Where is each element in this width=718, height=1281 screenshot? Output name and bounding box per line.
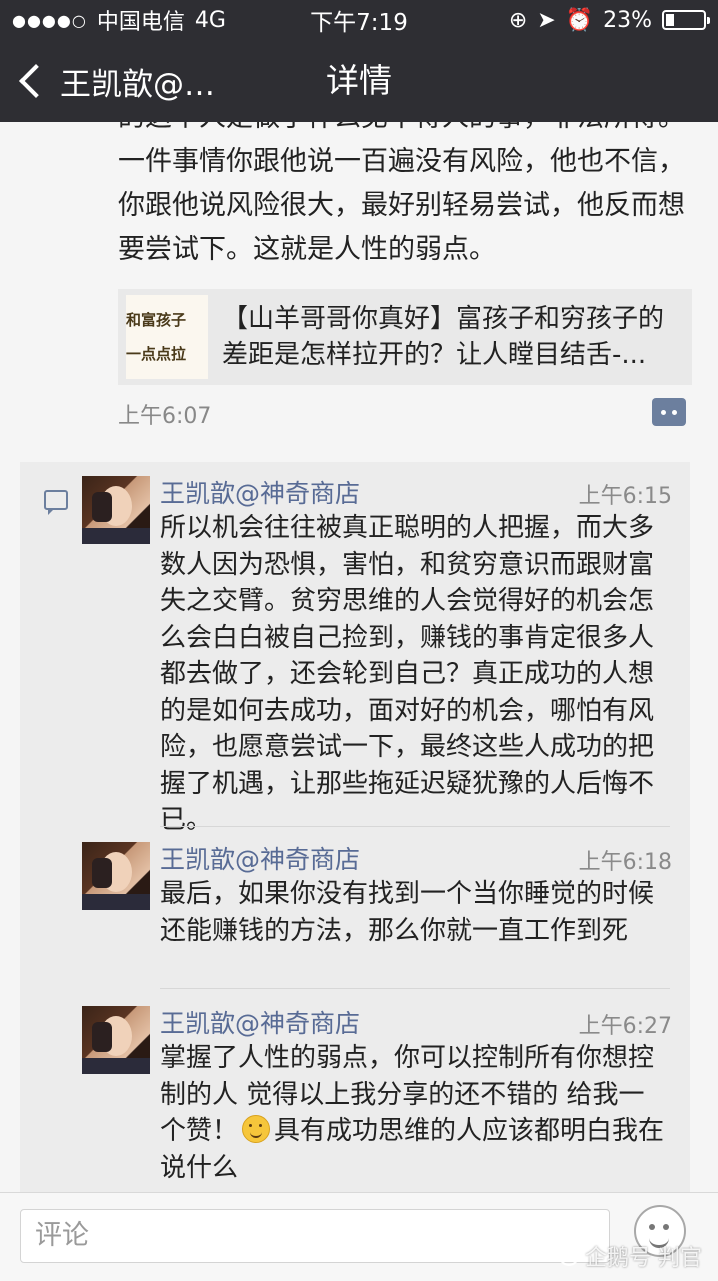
location-icon: ➤: [537, 7, 556, 33]
battery-fill: [666, 14, 674, 26]
comment-divider: [160, 988, 670, 989]
page-title: 详情: [326, 61, 392, 100]
avatar[interactable]: [82, 476, 150, 544]
commenter-name[interactable]: 王凯歆@神奇商店: [160, 474, 360, 510]
carrier-name: 中国电信: [96, 10, 185, 35]
alarm-icon: ⏰: [565, 7, 594, 33]
thumbnail-text-2: 一点点拉: [126, 345, 187, 363]
avatar[interactable]: [82, 842, 150, 910]
comments-section: 王凯歆@神奇商店 上午6:15 所以机会往往被真正聪明的人把握，而大多数人因为恐…: [20, 462, 690, 1192]
battery-icon: [662, 10, 710, 30]
comment-text: 掌握了人性的弱点，你可以控制所有你想控制的人 觉得以上我分享的还不错的 给我一个…: [160, 1040, 670, 1186]
battery-percent: 23%: [603, 7, 652, 33]
status-right: ⊕ ➤ ⏰ 23%: [508, 7, 710, 33]
link-title: 【山羊哥哥你真好】富孩子和穷孩子的差距是怎样拉开的？让人瞠目结舌-...: [222, 304, 665, 370]
comment-text: 最后，如果你没有找到一个当你睡觉的时候还能赚钱的方法，那么你就一直工作到死: [160, 879, 655, 946]
nav-bar: 王凯歆@… 详情: [0, 40, 718, 122]
watermark-logo-icon: [559, 1246, 579, 1266]
signal-strength-icon: ●●●●○: [12, 10, 87, 30]
commenter-name[interactable]: 王凯歆@神奇商店: [160, 1004, 360, 1040]
smile-emoji-icon: [242, 1115, 271, 1143]
status-bar: ●●●●○ 中国电信 4G 下午7:19 ⊕ ➤ ⏰ 23%: [0, 0, 718, 40]
watermark-text: 企鹅号 判官: [585, 1246, 702, 1271]
commenter-name[interactable]: 王凯歆@神奇商店: [160, 840, 360, 876]
status-left: ●●●●○ 中国电信 4G: [12, 4, 509, 36]
comment-icon: [44, 490, 68, 515]
watermark: 企鹅号 判官: [559, 1240, 702, 1272]
comment-time: 上午6:18: [578, 850, 672, 875]
comment-action-icon[interactable]: [652, 398, 686, 426]
comment-input[interactable]: 评论: [20, 1209, 610, 1263]
rotation-lock-icon: ⊕: [508, 7, 528, 33]
comment-divider: [160, 826, 670, 827]
comment-time: 上午6:27: [578, 1014, 672, 1039]
link-thumbnail: 和富孩子 一点点拉: [126, 295, 208, 379]
avatar[interactable]: [82, 1006, 150, 1074]
thumbnail-text-1: 和富孩子: [126, 311, 187, 329]
detail-content[interactable]: 的这个人是做了什么见不得人的事，非法所得。一件事情你跟他说一百遍没有风险，他也不…: [0, 122, 718, 1192]
network-type: 4G: [194, 7, 226, 33]
comment-time: 上午6:15: [578, 484, 672, 509]
comment-text: 所以机会往往被真正聪明的人把握，而大多数人因为恐惧，害怕，和贫穷意识而跟财富失之…: [160, 513, 655, 835]
shared-link-card[interactable]: 和富孩子 一点点拉 【山羊哥哥你真好】富孩子和穷孩子的差距是怎样拉开的？让人瞠目…: [118, 289, 692, 385]
post-time: 上午6:07: [118, 404, 212, 429]
post-text: 的这个人是做了什么见不得人的事，非法所得。一件事情你跟他说一百遍没有风险，他也不…: [118, 122, 685, 265]
